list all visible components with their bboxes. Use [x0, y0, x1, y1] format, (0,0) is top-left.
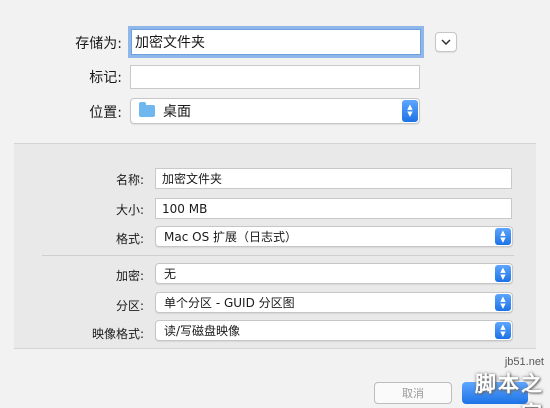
watermark-name: 脚本之家 — [475, 372, 544, 408]
format-select[interactable]: Mac OS 扩展（日志式） ▲ ▼ — [155, 226, 513, 247]
name-label: 名称: — [115, 173, 144, 187]
size-input[interactable]: 100 MB — [155, 198, 512, 219]
stepper-icon: ▲ ▼ — [495, 265, 511, 282]
where-select[interactable]: 桌面 ▲ ▼ — [130, 98, 420, 124]
name-input[interactable]: 加密文件夹 — [155, 168, 512, 189]
partitions-label: 分区: — [115, 299, 144, 313]
watermark: jb51.net 脚本之家 — [460, 356, 544, 408]
format-label: 格式: — [115, 232, 144, 246]
format-value: Mac OS 扩展（日志式） — [164, 230, 297, 244]
stepper-icon: ▲ ▼ — [495, 294, 511, 311]
where-value: 桌面 — [163, 104, 191, 120]
encryption-label: 加密: — [115, 269, 144, 283]
chevron-down-icon — [441, 39, 451, 45]
image-format-value: 读/写磁盘映像 — [164, 324, 241, 338]
image-format-select[interactable]: 读/写磁盘映像 ▲ ▼ — [155, 320, 513, 341]
section-divider — [42, 255, 514, 256]
partitions-value: 单个分区 - GUID 分区图 — [164, 296, 295, 310]
expand-dialog-button[interactable] — [435, 32, 457, 52]
image-format-label: 映像格式: — [91, 327, 144, 341]
size-label: 大小: — [115, 203, 144, 217]
where-label: 位置: — [89, 105, 122, 121]
encryption-select[interactable]: 无 ▲ ▼ — [155, 263, 513, 284]
partitions-select[interactable]: 单个分区 - GUID 分区图 ▲ ▼ — [155, 292, 513, 313]
tags-input[interactable] — [130, 65, 420, 89]
save-as-label: 存储为: — [75, 36, 122, 52]
encryption-value: 无 — [164, 267, 177, 281]
folder-icon — [139, 102, 155, 117]
watermark-url: jb51.net — [504, 356, 544, 368]
tags-label: 标记: — [89, 70, 122, 86]
stepper-icon: ▲ ▼ — [495, 322, 511, 339]
stepper-icon: ▲ ▼ — [495, 228, 511, 245]
cancel-button[interactable]: 取消 — [374, 382, 452, 404]
save-as-input[interactable]: 加密文件夹 — [128, 26, 424, 58]
stepper-icon: ▲ ▼ — [402, 100, 418, 122]
